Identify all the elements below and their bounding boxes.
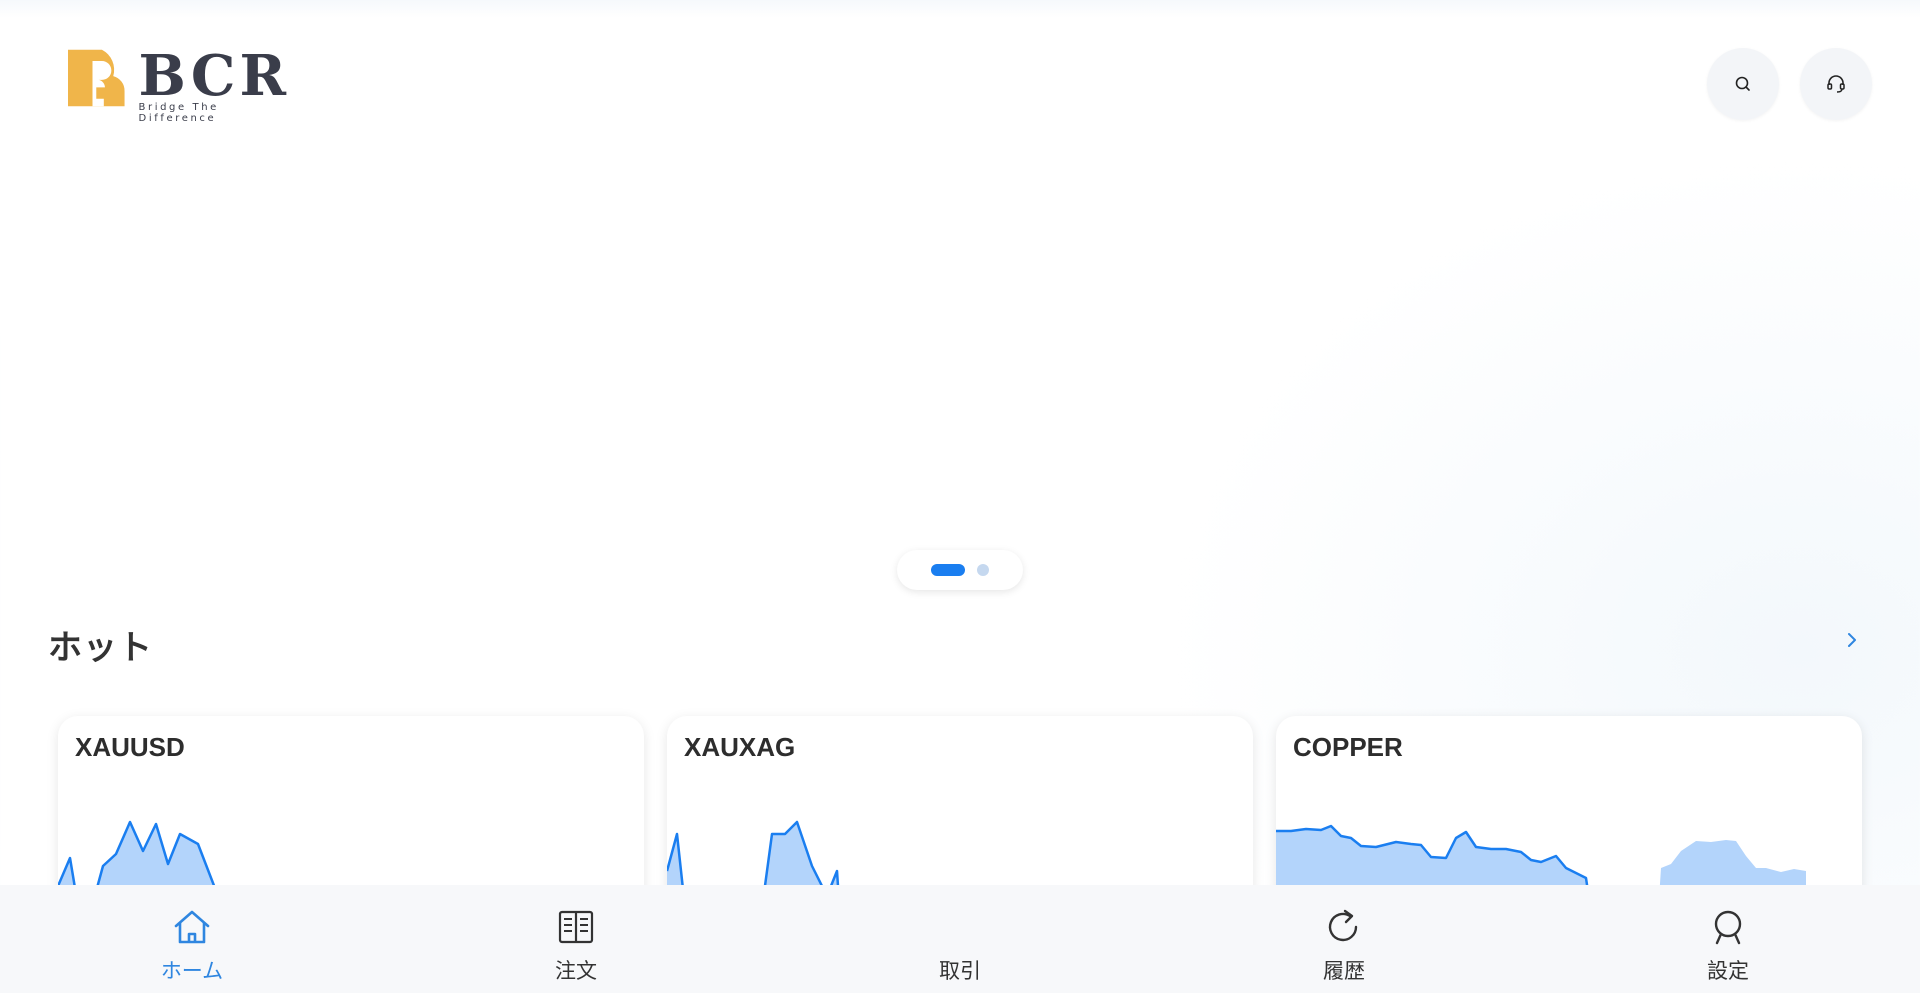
logo-mark-icon: [68, 49, 125, 107]
nav-label: 設定: [1707, 959, 1749, 983]
user-icon: [1706, 905, 1750, 949]
card-symbol: XAUXAG: [684, 732, 796, 762]
refresh-icon: [1322, 905, 1366, 949]
top-strip: [0, 0, 1920, 18]
nav-item-history[interactable]: 履歴: [1152, 885, 1536, 993]
nav-label: 取引: [939, 959, 981, 983]
carousel-dot[interactable]: [977, 564, 989, 576]
logo-tagline: Bridge The Difference: [138, 102, 219, 124]
card-symbol: XAUUSD: [75, 732, 185, 762]
search-button[interactable]: [1707, 48, 1779, 120]
nav-item-home[interactable]: ホーム: [0, 885, 384, 993]
nav-label: ホーム: [160, 959, 224, 983]
nav-item-trade[interactable]: 取引: [768, 885, 1152, 993]
logo-text-wrap: BCR Bridge The Difference: [139, 48, 293, 124]
nav-item-settings[interactable]: 設定: [1536, 885, 1920, 993]
hot-more-button[interactable]: [1838, 626, 1866, 654]
support-button[interactable]: [1800, 48, 1872, 120]
nav-label: 注文: [555, 959, 597, 983]
banner-carousel[interactable]: [0, 140, 1920, 560]
nav-label: 履歴: [1323, 959, 1365, 983]
logo[interactable]: BCR Bridge The Difference: [68, 48, 293, 124]
book-icon: [554, 905, 598, 949]
carousel-dot-active[interactable]: [931, 564, 965, 576]
search-icon: [1735, 76, 1750, 91]
home-icon: [170, 905, 214, 949]
section-title-hot: ホット: [48, 628, 153, 668]
headset-icon: [1827, 75, 1845, 93]
card-symbol: COPPER: [1293, 732, 1403, 762]
logo-text: BCR: [138, 43, 291, 109]
chevron-right-icon: [1848, 633, 1856, 647]
nav-item-orders[interactable]: 注文: [384, 885, 768, 993]
bottom-nav: ホーム 注文 取引 履歴 設定: [0, 885, 1920, 993]
carousel-indicator: [897, 550, 1023, 590]
